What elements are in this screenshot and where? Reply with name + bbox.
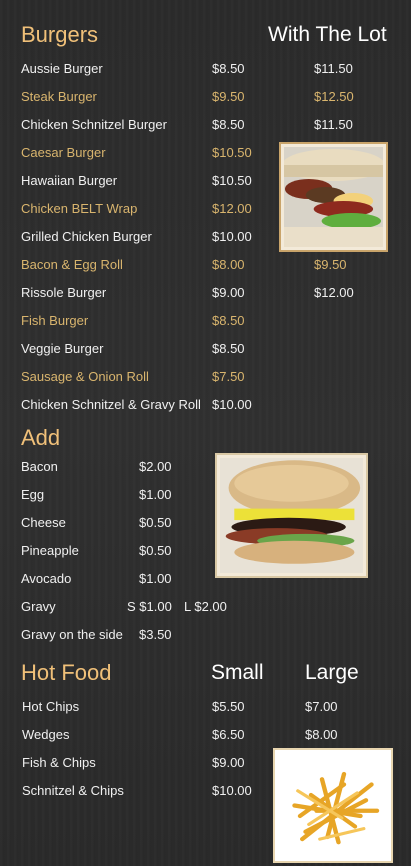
menu-item-name: Veggie Burger — [21, 341, 104, 356]
menu-item-lot-price: $11.50 — [314, 117, 353, 132]
add-item-price-large: L $2.00 — [184, 599, 227, 614]
hot-food-small-price: $5.50 — [212, 699, 245, 714]
menu-item-name: Sausage & Onion Roll — [21, 369, 149, 384]
hot-food-small-price: $6.50 — [212, 727, 245, 742]
fries-photo-icon — [273, 748, 393, 863]
menu-item-name: Grilled Chicken Burger — [21, 229, 152, 244]
add-item-name: Avocado — [21, 571, 72, 586]
menu-item-price: $8.50 — [212, 117, 245, 132]
hot-food-item-name: Schnitzel & Chips — [22, 783, 124, 798]
add-item-name: Gravy on the side — [21, 627, 123, 642]
hot-food-item-name: Fish & Chips — [22, 755, 96, 770]
add-item-price-small: S $1.00 — [127, 599, 172, 614]
menu-item-name: Bacon & Egg Roll — [21, 257, 123, 272]
add-item-price: $0.50 — [139, 543, 172, 558]
menu-item-price: $9.50 — [212, 89, 245, 104]
menu-item-price: $9.00 — [212, 285, 245, 300]
hot-food-small-price: $9.00 — [212, 755, 245, 770]
add-item-name: Bacon — [21, 459, 58, 474]
menu-item-name: Aussie Burger — [21, 61, 103, 76]
menu-item-lot-price: $9.50 — [314, 257, 347, 272]
with-the-lot-heading: With The Lot — [268, 23, 387, 46]
burger-photo-icon — [279, 142, 388, 252]
menu-item-name: Rissole Burger — [21, 285, 107, 300]
menu-item-price: $10.00 — [212, 229, 252, 244]
add-item-name: Gravy — [21, 599, 56, 614]
menu-item-name: Hawaiian Burger — [21, 173, 118, 188]
hot-food-item-name: Wedges — [22, 727, 70, 742]
add-item-price: $3.50 — [139, 627, 172, 642]
hot-food-heading: Hot Food — [21, 660, 112, 685]
menu-item-name: Steak Burger — [21, 89, 97, 104]
menu-item-name: Chicken Schnitzel Burger — [21, 117, 167, 132]
large-column-heading: Large — [305, 661, 359, 684]
menu-item-price: $10.50 — [212, 145, 252, 160]
menu-item-price: $8.50 — [212, 313, 245, 328]
menu-item-price: $12.00 — [212, 201, 252, 216]
menu-item-lot-price: $12.00 — [314, 285, 354, 300]
burger-closeup-photo-icon — [215, 453, 368, 578]
menu-item-price: $10.00 — [212, 397, 252, 412]
add-item-price: $0.50 — [139, 515, 172, 530]
menu-item-lot-price: $12.50 — [314, 89, 354, 104]
burgers-heading: Burgers — [21, 22, 99, 47]
add-item-name: Cheese — [21, 515, 66, 530]
add-item-name: Egg — [21, 487, 45, 502]
small-column-heading: Small — [211, 661, 264, 684]
hot-food-large-price: $8.00 — [305, 727, 338, 742]
add-item-name: Pineapple — [21, 543, 79, 558]
menu-item-name: Caesar Burger — [21, 145, 106, 160]
menu-item-lot-price: $11.50 — [314, 61, 353, 76]
menu-item-name: Chicken Schnitzel & Gravy Roll — [21, 397, 201, 412]
add-heading: Add — [21, 425, 61, 450]
hot-food-item-name: Hot Chips — [22, 699, 80, 714]
menu-item-price: $10.50 — [212, 173, 252, 188]
menu-item-price: $7.50 — [212, 369, 245, 384]
menu-item-name: Chicken BELT Wrap — [21, 201, 138, 216]
hot-food-large-price: $7.00 — [305, 699, 338, 714]
menu-item-price: $8.50 — [212, 341, 245, 356]
menu-item-price: $8.50 — [212, 61, 245, 76]
add-item-price: $1.00 — [139, 571, 172, 586]
menu-item-name: Fish Burger — [21, 313, 89, 328]
menu-item-price: $8.00 — [212, 257, 245, 272]
add-item-price: $2.00 — [139, 459, 172, 474]
hot-food-small-price: $10.00 — [212, 783, 252, 798]
add-item-price: $1.00 — [139, 487, 172, 502]
